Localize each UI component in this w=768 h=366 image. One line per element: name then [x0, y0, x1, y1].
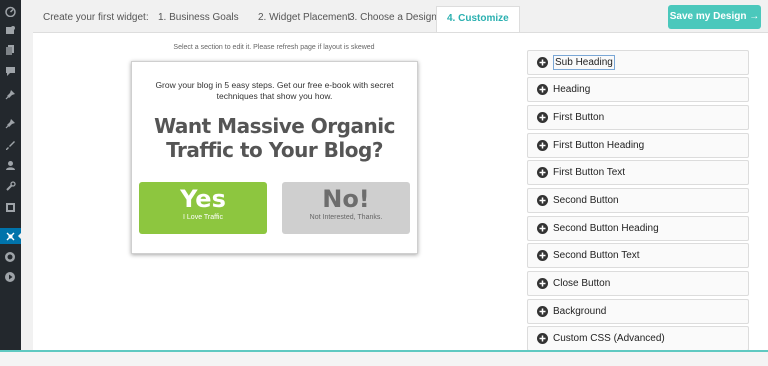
editor-hint: Select a section to edit it. Please refr…	[173, 44, 375, 51]
tab-business-goals[interactable]: 1. Business Goals	[158, 7, 239, 31]
widget-first-button[interactable]: Yes I Love Traffic	[139, 182, 267, 234]
admin-sidebar	[0, 0, 22, 350]
widget-preview: Grow your blog in 5 easy steps. Get our …	[131, 61, 418, 254]
section-close-button[interactable]: Close Button	[527, 271, 749, 296]
plus-circle-icon	[537, 140, 548, 151]
first-button-heading[interactable]: Yes	[139, 185, 267, 213]
section-label: First Button	[553, 112, 605, 123]
section-first-button[interactable]: First Button	[527, 105, 749, 130]
second-button-heading[interactable]: No!	[282, 185, 410, 213]
widget-second-button[interactable]: No! Not Interested, Thanks.	[282, 182, 410, 234]
user-icon[interactable]	[4, 159, 16, 171]
plus-circle-icon	[537, 333, 548, 344]
circle-icon[interactable]	[4, 251, 16, 263]
pin-icon[interactable]	[4, 88, 16, 100]
section-second-button-heading[interactable]: Second Button Heading	[527, 216, 749, 241]
section-second-button-text[interactable]: Second Button Text	[527, 243, 749, 268]
media-icon[interactable]	[4, 24, 16, 36]
plugin-icon	[4, 230, 16, 242]
active-menu-item[interactable]	[0, 228, 22, 244]
section-label: First Button Heading	[553, 140, 645, 151]
settings-icon[interactable]	[4, 201, 16, 213]
section-label: First Button Text	[553, 167, 626, 178]
section-label: Second Button Text	[553, 250, 640, 261]
plus-circle-icon	[537, 167, 548, 178]
tab-customize[interactable]: 4. Customize	[436, 6, 520, 34]
section-label: Second Button	[553, 195, 619, 206]
tab-widget-placement[interactable]: 2. Widget Placement	[258, 7, 350, 31]
pin-icon[interactable]	[4, 117, 16, 129]
plus-circle-icon	[537, 250, 548, 261]
plus-circle-icon	[537, 223, 548, 234]
pages-icon[interactable]	[4, 43, 16, 55]
section-first-button-text[interactable]: First Button Text	[527, 160, 749, 185]
wizard-tabs: Create your first widget: 1. Business Go…	[21, 0, 768, 34]
tab-choose-design[interactable]: 3. Choose a Design	[349, 7, 437, 31]
second-button-text[interactable]: Not Interested, Thanks.	[282, 213, 410, 223]
section-label: Background	[553, 306, 607, 317]
first-button-text[interactable]: I Love Traffic	[139, 213, 267, 223]
section-label: Custom CSS (Advanced)	[553, 333, 665, 344]
section-custom-css[interactable]: Custom CSS (Advanced)	[527, 326, 749, 351]
widget-heading[interactable]: Want Massive Organic Traffic to Your Blo…	[142, 114, 407, 162]
section-first-button-heading[interactable]: First Button Heading	[527, 133, 749, 158]
plus-circle-icon	[537, 278, 548, 289]
wizard-intro-label: Create your first widget:	[43, 12, 149, 23]
section-second-button[interactable]: Second Button	[527, 188, 749, 213]
section-label: Close Button	[553, 278, 611, 289]
save-design-button[interactable]: Save my Design →	[668, 5, 761, 29]
section-label: Heading	[553, 84, 591, 95]
plus-circle-icon	[537, 195, 548, 206]
brush-icon[interactable]	[4, 139, 16, 151]
dashboard-icon[interactable]	[4, 5, 16, 17]
plus-circle-icon	[537, 306, 548, 317]
section-background[interactable]: Background	[527, 299, 749, 324]
plus-circle-icon	[537, 84, 548, 95]
play-icon[interactable]	[4, 271, 16, 283]
section-label: Sub Heading	[553, 55, 615, 70]
plus-circle-icon	[537, 57, 548, 68]
plus-circle-icon	[537, 112, 548, 123]
active-notch	[18, 232, 22, 240]
section-label: Second Button Heading	[553, 223, 659, 234]
section-sub-heading[interactable]: Sub Heading	[527, 50, 749, 75]
widget-subheading[interactable]: Grow your blog in 5 easy steps. Get our …	[142, 80, 407, 102]
section-heading[interactable]: Heading	[527, 77, 749, 102]
tools-icon[interactable]	[4, 180, 16, 192]
comments-icon[interactable]	[4, 65, 16, 77]
